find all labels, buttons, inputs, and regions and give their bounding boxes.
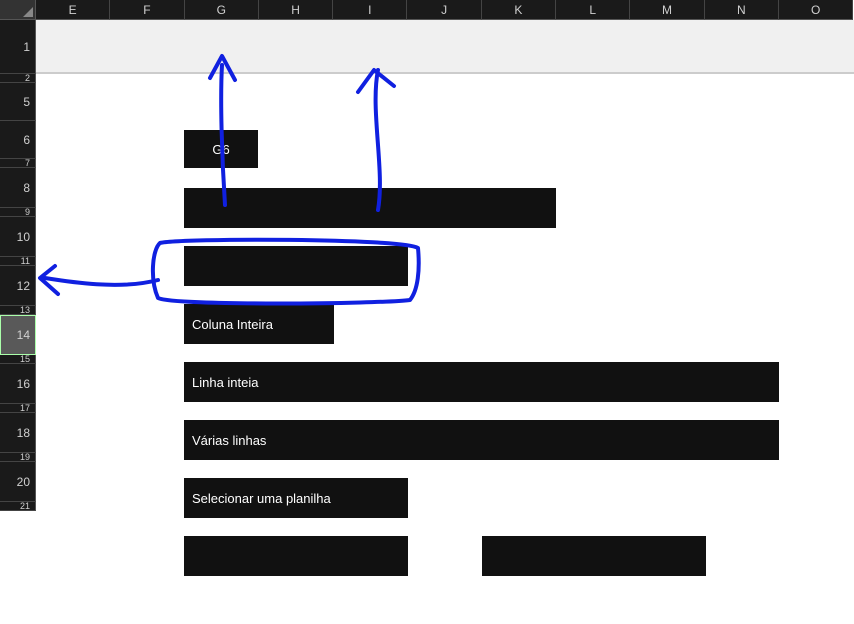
cell-grid[interactable]: G6 Coluna Inteira Linha inteia Várias li… (36, 20, 854, 624)
cell-g6[interactable]: G6 (184, 130, 258, 168)
row-header-10[interactable]: 10 (0, 217, 36, 257)
col-header-e[interactable]: E (36, 0, 110, 20)
col-header-n[interactable]: N (705, 0, 779, 20)
cell-row8[interactable] (184, 188, 556, 228)
cell-row10[interactable] (184, 246, 408, 286)
cell-row20b[interactable] (482, 536, 706, 576)
row-header-5[interactable]: 5 (0, 83, 36, 121)
spreadsheet: EFGHIJKLMNO 1256789101112131415161718192… (0, 0, 854, 624)
col-header-o[interactable]: O (779, 0, 853, 20)
col-header-m[interactable]: M (630, 0, 704, 20)
row-header-21[interactable]: 21 (0, 502, 36, 511)
col-header-k[interactable]: K (482, 0, 556, 20)
row-header-19[interactable]: 19 (0, 453, 36, 462)
row-header-14[interactable]: 14 (0, 315, 36, 355)
row-header-18[interactable]: 18 (0, 413, 36, 453)
cell-row14[interactable]: Linha inteia (184, 362, 779, 402)
cell-row16[interactable]: Várias linhas (184, 420, 779, 460)
row-header-20[interactable]: 20 (0, 462, 36, 502)
cell-row18[interactable]: Selecionar uma planilha (184, 478, 408, 518)
col-header-j[interactable]: J (407, 0, 481, 20)
column-headers: EFGHIJKLMNO (0, 0, 853, 20)
row-header-17[interactable]: 17 (0, 404, 36, 413)
row-header-9[interactable]: 9 (0, 208, 36, 217)
row-header-11[interactable]: 11 (0, 257, 36, 266)
row-header-15[interactable]: 15 (0, 355, 36, 364)
row1-background (36, 20, 854, 74)
select-all-corner[interactable] (0, 0, 36, 20)
cell-row12[interactable]: Coluna Inteira (184, 304, 334, 344)
row-header-6[interactable]: 6 (0, 121, 36, 159)
col-header-f[interactable]: F (110, 0, 184, 20)
cell-row20a[interactable] (184, 536, 408, 576)
col-header-g[interactable]: G (185, 0, 259, 20)
row-headers: 1256789101112131415161718192021 (0, 20, 36, 511)
row-header-13[interactable]: 13 (0, 306, 36, 315)
col-header-l[interactable]: L (556, 0, 630, 20)
row-header-1[interactable]: 1 (0, 20, 36, 74)
row-header-16[interactable]: 16 (0, 364, 36, 404)
col-header-i[interactable]: I (333, 0, 407, 20)
row-header-8[interactable]: 8 (0, 168, 36, 208)
row-header-7[interactable]: 7 (0, 159, 36, 168)
col-header-h[interactable]: H (259, 0, 333, 20)
row-header-12[interactable]: 12 (0, 266, 36, 306)
row-header-2[interactable]: 2 (0, 74, 36, 83)
